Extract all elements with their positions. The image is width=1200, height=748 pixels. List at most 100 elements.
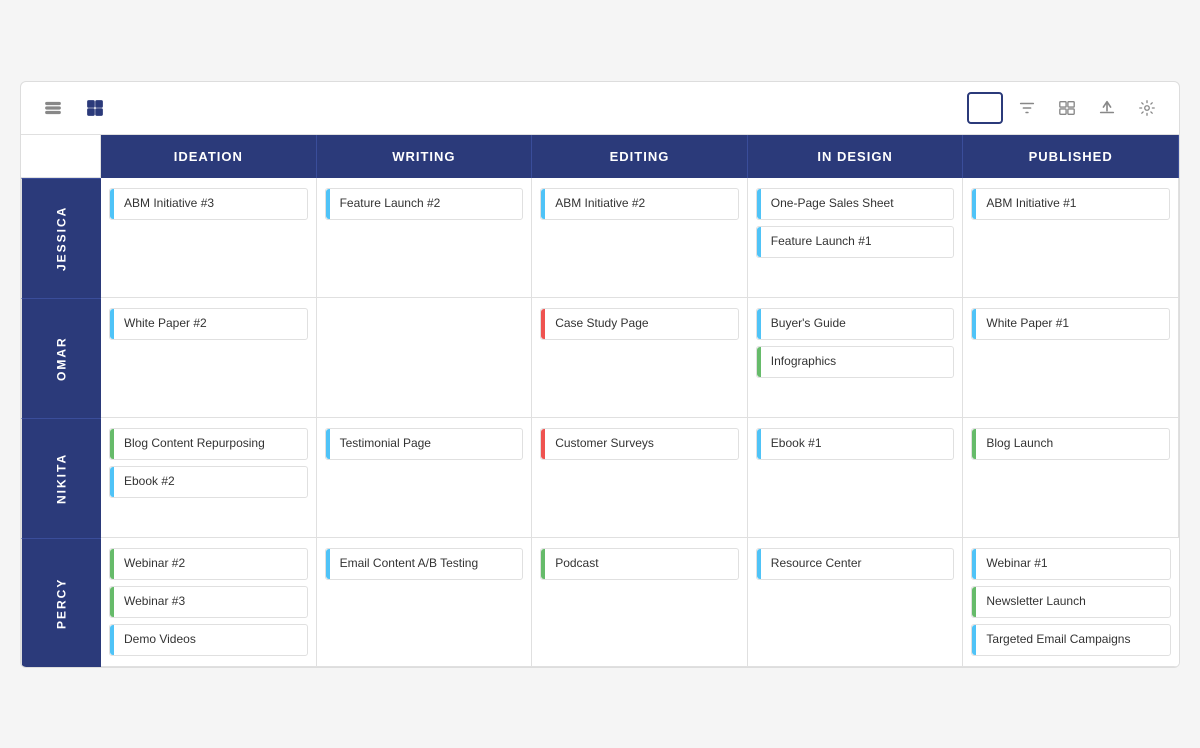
card-bar: [972, 189, 976, 219]
card[interactable]: Testimonial Page: [325, 428, 524, 460]
card[interactable]: Newsletter Launch: [971, 586, 1171, 618]
card[interactable]: ABM Initiative #1: [971, 188, 1170, 220]
card-text: Blog Content Repurposing: [124, 436, 265, 452]
group-icon: [1058, 99, 1076, 117]
card[interactable]: White Paper #1: [971, 308, 1170, 340]
card-text: Testimonial Page: [340, 436, 431, 452]
card-bar: [110, 189, 114, 219]
export-icon: [1098, 99, 1116, 117]
col-header-ideation: IDEATION: [101, 135, 317, 178]
card-bar: [326, 429, 330, 459]
toolbar-right: [967, 92, 1163, 124]
toolbar: [21, 82, 1179, 135]
col-header-in_design: IN DESIGN: [748, 135, 964, 178]
card[interactable]: Webinar #3: [109, 586, 308, 618]
card-bar: [541, 429, 545, 459]
card[interactable]: White Paper #2: [109, 308, 308, 340]
card-bar: [972, 587, 976, 617]
cell-omar-in_design: Buyer's Guide Infographics: [748, 298, 964, 418]
row-label-jessica: JESSICA: [21, 178, 101, 298]
card[interactable]: Podcast: [540, 548, 739, 580]
card-bar: [541, 549, 545, 579]
card[interactable]: Buyer's Guide: [756, 308, 955, 340]
cell-nikita-ideation: Blog Content Repurposing Ebook #2: [101, 418, 317, 538]
card[interactable]: Customer Surveys: [540, 428, 739, 460]
filter-button[interactable]: [1011, 92, 1043, 124]
cell-percy-writing: Email Content A/B Testing: [317, 538, 533, 667]
card[interactable]: Infographics: [756, 346, 955, 378]
cell-percy-editing: Podcast: [532, 538, 748, 667]
card-bar: [972, 625, 976, 655]
card[interactable]: Ebook #1: [756, 428, 955, 460]
card-text: Webinar #1: [986, 556, 1047, 572]
header-spacer: [21, 135, 101, 178]
card-bar: [326, 549, 330, 579]
toolbar-left: [37, 92, 111, 124]
card[interactable]: One-Page Sales Sheet: [756, 188, 955, 220]
card-text: Email Content A/B Testing: [340, 556, 479, 572]
card[interactable]: Resource Center: [756, 548, 955, 580]
card[interactable]: Targeted Email Campaigns: [971, 624, 1171, 656]
cell-jessica-published: ABM Initiative #1: [963, 178, 1179, 298]
group-button[interactable]: [1051, 92, 1083, 124]
cell-percy-in_design: Resource Center: [748, 538, 964, 667]
card-text: ABM Initiative #3: [124, 196, 214, 212]
cell-omar-writing: [317, 298, 533, 418]
card-text: One-Page Sales Sheet: [771, 196, 894, 212]
cell-percy-ideation: Webinar #2 Webinar #3 Demo Videos: [101, 538, 317, 667]
grid-view-button[interactable]: [79, 92, 111, 124]
card[interactable]: ABM Initiative #3: [109, 188, 308, 220]
card-text: Demo Videos: [124, 632, 196, 648]
card-text: Podcast: [555, 556, 598, 572]
cell-jessica-writing: Feature Launch #2: [317, 178, 533, 298]
settings-icon: [1138, 99, 1156, 117]
card-bar: [541, 189, 545, 219]
cell-nikita-published: Blog Launch: [963, 418, 1179, 538]
card-text: Case Study Page: [555, 316, 648, 332]
card-text: White Paper #1: [986, 316, 1069, 332]
card-text: Buyer's Guide: [771, 316, 846, 332]
col-header-writing: WRITING: [317, 135, 533, 178]
settings-button[interactable]: [1131, 92, 1163, 124]
card-text: Feature Launch #1: [771, 234, 872, 250]
card-text: Feature Launch #2: [340, 196, 441, 212]
cell-omar-published: White Paper #1: [963, 298, 1179, 418]
card[interactable]: Email Content A/B Testing: [325, 548, 524, 580]
list-view-button[interactable]: [37, 92, 69, 124]
cell-nikita-editing: Customer Surveys: [532, 418, 748, 538]
card[interactable]: Case Study Page: [540, 308, 739, 340]
card-text: Customer Surveys: [555, 436, 654, 452]
card-text: Infographics: [771, 354, 836, 370]
row-label-percy: PERCY: [21, 538, 101, 667]
card[interactable]: ABM Initiative #2: [540, 188, 739, 220]
filter-icon: [1018, 99, 1036, 117]
card[interactable]: Blog Launch: [971, 428, 1170, 460]
cell-omar-editing: Case Study Page: [532, 298, 748, 418]
card-text: Ebook #1: [771, 436, 822, 452]
card[interactable]: Demo Videos: [109, 624, 308, 656]
cell-jessica-editing: ABM Initiative #2: [532, 178, 748, 298]
card-bar: [757, 309, 761, 339]
card-text: ABM Initiative #1: [986, 196, 1076, 212]
col-header-published: PUBLISHED: [963, 135, 1179, 178]
export-button[interactable]: [1091, 92, 1123, 124]
card-bar: [110, 625, 114, 655]
card-bar: [757, 429, 761, 459]
card[interactable]: Ebook #2: [109, 466, 308, 498]
card-bar: [110, 587, 114, 617]
card[interactable]: Feature Launch #1: [756, 226, 955, 258]
card-bar: [110, 429, 114, 459]
card-bar: [757, 549, 761, 579]
card[interactable]: Webinar #2: [109, 548, 308, 580]
card[interactable]: Blog Content Repurposing: [109, 428, 308, 460]
card-text: Webinar #2: [124, 556, 185, 572]
card-bar: [326, 189, 330, 219]
card[interactable]: Feature Launch #2: [325, 188, 524, 220]
add-button[interactable]: [967, 92, 1003, 124]
row-label-nikita: NIKITA: [21, 418, 101, 538]
card-text: Ebook #2: [124, 474, 175, 490]
col-header-editing: EDITING: [532, 135, 748, 178]
card[interactable]: Webinar #1: [971, 548, 1171, 580]
card-text: Blog Launch: [986, 436, 1053, 452]
card-text: ABM Initiative #2: [555, 196, 645, 212]
